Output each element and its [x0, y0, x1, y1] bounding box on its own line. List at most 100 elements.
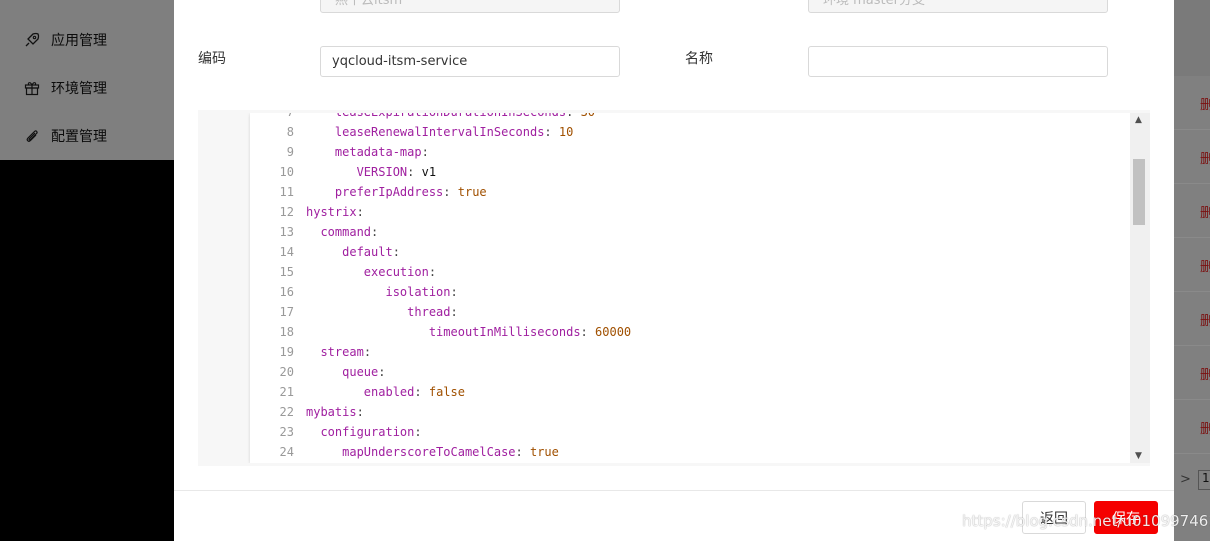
line-number: 19: [279, 345, 294, 359]
code-text: enabled: false: [306, 382, 465, 402]
code-text: VERSION: v1: [306, 162, 437, 182]
yaml-value: v1: [421, 165, 437, 179]
code-text: mapUnderscoreToCamelCase: true: [306, 442, 559, 462]
code-text: thread:: [306, 302, 458, 322]
code-line: 12 hystrix:: [250, 202, 1130, 222]
yaml-value: true: [529, 445, 559, 459]
paperclip-icon: [24, 128, 40, 144]
page-number[interactable]: 1: [1198, 470, 1210, 490]
code-text: preferIpAddress: true: [306, 182, 487, 202]
code-text: isolation:: [306, 282, 457, 302]
vertical-scrollbar[interactable]: ▲ ▼: [1130, 113, 1150, 463]
yaml-value: true: [457, 185, 487, 199]
code-text: configuration:: [306, 422, 421, 442]
scroll-down-icon[interactable]: ▼: [1135, 451, 1142, 461]
code-text: timeoutInMilliseconds: 60000: [306, 322, 631, 342]
code-text: leaseExpirationDurationInSeconds: 30: [306, 113, 595, 122]
name-input[interactable]: [808, 46, 1108, 77]
chevron-right-icon[interactable]: >: [1180, 472, 1191, 487]
line-number-gutter: [198, 110, 250, 466]
yaml-key: default: [342, 245, 393, 259]
main-content-header: [1174, 0, 1210, 76]
code-line: 11 preferIpAddress: true: [250, 182, 1130, 202]
code-input[interactable]: [320, 46, 620, 77]
line-number: 21: [279, 385, 294, 399]
code-text: command:: [306, 222, 378, 242]
line-number: 13: [279, 225, 294, 239]
code-line: 10 VERSION: v1: [250, 162, 1130, 182]
code-line: 7 leaseExpirationDurationInSeconds: 30: [250, 113, 1130, 122]
code-line: 15 execution:: [250, 262, 1130, 282]
delete-link[interactable]: 删: [1200, 202, 1210, 221]
delete-link[interactable]: 删: [1200, 364, 1210, 383]
yaml-key: thread: [407, 305, 451, 319]
code-label: 编码: [198, 51, 226, 67]
line-number: 22: [279, 405, 294, 419]
delete-link[interactable]: 删: [1200, 310, 1210, 329]
delete-link[interactable]: 删: [1200, 256, 1210, 275]
delete-link[interactable]: 删: [1200, 148, 1210, 167]
line-number: 15: [279, 265, 294, 279]
line-number: 23: [279, 425, 294, 439]
footer-divider: [174, 490, 1174, 491]
gift-icon: [24, 80, 40, 96]
pagination: > 1: [1174, 470, 1210, 492]
yaml-key: execution: [363, 265, 429, 279]
table-row: 删: [1174, 346, 1210, 400]
code-area[interactable]: 7 leaseExpirationDurationInSeconds: 30 8 …: [250, 113, 1130, 463]
yaml-key: metadata-map: [334, 145, 422, 159]
yaml-key: command: [320, 225, 372, 239]
yaml-key: mybatis: [306, 405, 357, 419]
code-text: execution:: [306, 262, 436, 282]
yaml-value: 10: [558, 125, 574, 139]
scrollbar-thumb[interactable]: [1133, 159, 1145, 225]
sidebar-item-env-management[interactable]: 环境管理: [0, 64, 174, 112]
line-number: 12: [279, 205, 294, 219]
sidebar-item-label: 应用管理: [51, 33, 107, 49]
code-line: 21 enabled: false: [250, 382, 1130, 402]
line-number: 10: [279, 165, 294, 179]
yaml-value: false: [428, 385, 465, 399]
yaml-key: queue: [342, 365, 379, 379]
code-text: stream:: [306, 342, 371, 362]
watermark: https://blog.csdn.net/u010997461: [962, 512, 1210, 530]
line-number: 14: [279, 245, 294, 259]
table-row: 删: [1174, 184, 1210, 238]
yaml-key: isolation: [385, 285, 451, 299]
delete-link[interactable]: 删: [1200, 418, 1210, 437]
app-field-disabled: 燕千云itsm: [320, 0, 620, 13]
sidebar-item-app-management[interactable]: 应用管理: [0, 16, 174, 64]
code-line: 24 mapUnderscoreToCamelCase: true: [250, 442, 1130, 462]
table-row: 删: [1174, 130, 1210, 184]
code-text: queue:: [306, 362, 385, 382]
text-cursor: [306, 463, 314, 466]
env-field-disabled: 环境 master分支: [808, 0, 1108, 13]
yaml-code-editor[interactable]: 7 leaseExpirationDurationInSeconds: 30 8 …: [198, 110, 1150, 466]
code-text: mybatis:: [306, 405, 364, 419]
yaml-key: enabled: [363, 385, 415, 399]
scroll-up-icon[interactable]: ▲: [1135, 115, 1142, 125]
delete-link[interactable]: 删: [1200, 94, 1210, 113]
yaml-key: timeoutInMilliseconds: [428, 325, 581, 339]
code-line: 23 configuration:: [250, 422, 1130, 442]
table-row: 删: [1174, 76, 1210, 130]
yaml-key: preferIpAddress: [334, 185, 444, 199]
line-number: 17: [279, 305, 294, 319]
yaml-key: configuration: [320, 425, 415, 439]
yaml-key: leaseRenewalIntervalInSeconds: [334, 125, 545, 139]
sidebar-item-config-management[interactable]: 配置管理: [0, 112, 174, 160]
line-number: 18: [279, 325, 294, 339]
sidebar-item-label: 配置管理: [51, 129, 107, 145]
line-number: 20: [279, 365, 294, 379]
sidebar-item-label: 环境管理: [51, 81, 107, 97]
table-row: 删: [1174, 238, 1210, 292]
